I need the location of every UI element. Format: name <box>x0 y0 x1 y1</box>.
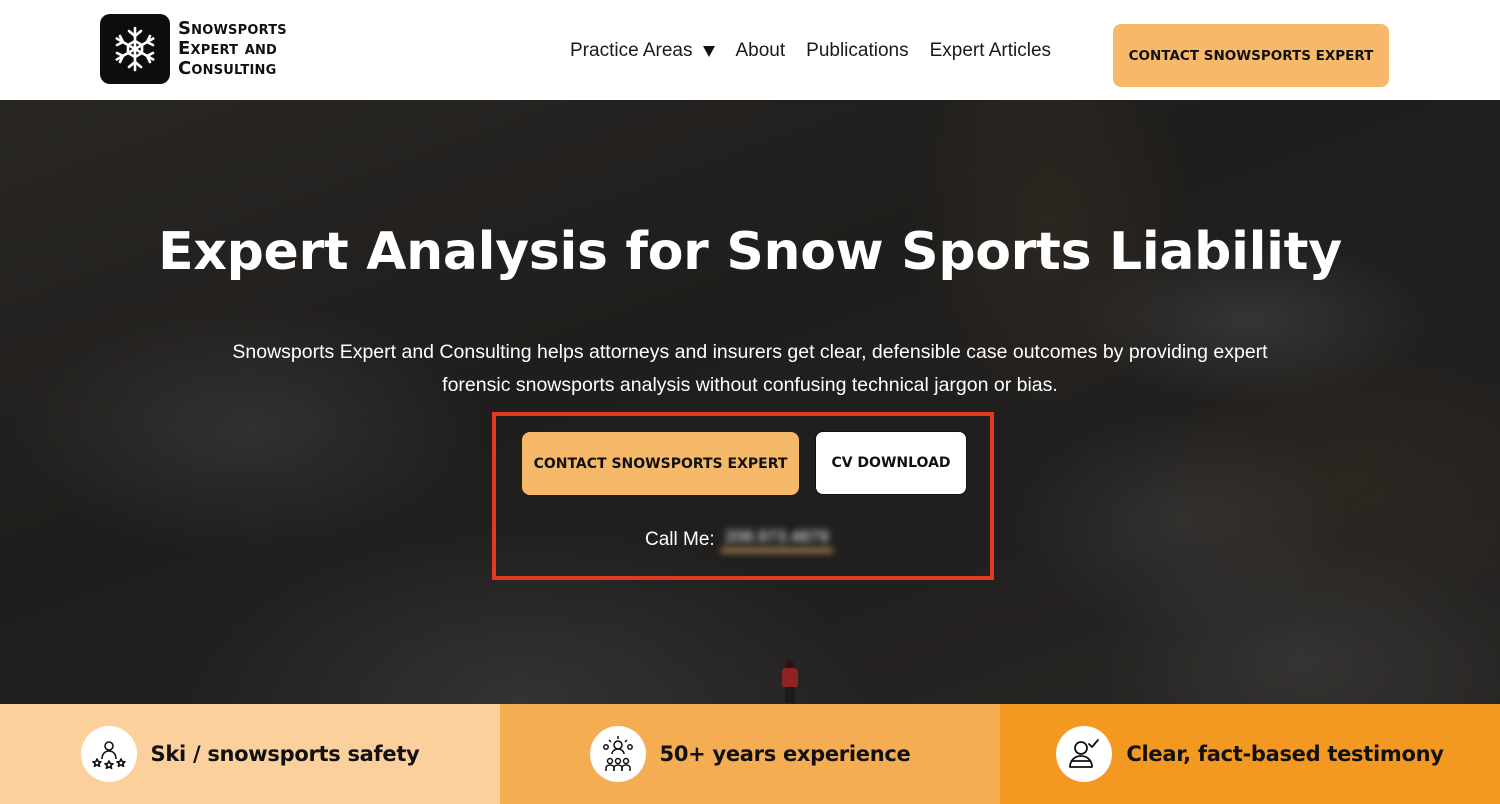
logo-line-3: Consulting <box>178 58 277 79</box>
site-logo[interactable]: Snowsports Expert and Consulting <box>100 14 287 84</box>
header-contact-button[interactable]: CONTACT SNOWSPORTS EXPERT <box>1113 24 1389 87</box>
nav-publications[interactable]: Publications <box>806 40 908 62</box>
cv-download-button[interactable]: CV DOWNLOAD <box>815 431 967 495</box>
hero-section: Expert Analysis for Snow Sports Liabilit… <box>0 100 1500 704</box>
snowflake-icon <box>100 14 170 84</box>
skier-figure <box>778 660 802 704</box>
nav-about[interactable]: About <box>736 40 786 62</box>
hero-subtitle: Snowsports Expert and Consulting helps a… <box>232 341 1268 396</box>
feature-strip: Ski / snowsports safety 50+ years experi… <box>0 704 1500 804</box>
ski-safety-icon <box>80 726 137 782</box>
nav-expert-articles[interactable]: Expert Articles <box>930 40 1051 62</box>
feature-testimony: Clear, fact-based testimony <box>1000 704 1500 804</box>
feature-experience-label: 50+ years experience <box>659 742 911 766</box>
hero-background-image <box>0 100 1500 704</box>
feature-safety-label: Ski / snowsports safety <box>150 742 420 766</box>
testimony-check-icon <box>1056 726 1113 782</box>
call-me-line: Call Me: 208.973.4879 <box>645 527 833 552</box>
caret-down-icon <box>702 45 715 57</box>
phone-link[interactable]: 208.973.4879 <box>720 527 833 552</box>
logo-line-2: Expert and <box>178 38 278 59</box>
site-header: Snowsports Expert and Consulting Practic… <box>0 0 1500 100</box>
feature-testimony-label: Clear, fact-based testimony <box>1126 742 1444 766</box>
logo-wordmark: Snowsports Expert and Consulting <box>178 19 287 79</box>
main-nav: Practice Areas About Publications Expert… <box>570 40 1072 62</box>
nav-practice-areas-label: Practice Areas <box>570 40 693 61</box>
feature-experience: 50+ years experience <box>500 704 1000 804</box>
call-me-label: Call Me: <box>645 528 715 550</box>
team-experience-icon <box>589 726 646 782</box>
nav-practice-areas[interactable]: Practice Areas <box>570 40 715 62</box>
logo-line-1: Snowsports <box>178 18 287 39</box>
hero-title: Expert Analysis for Snow Sports Liabilit… <box>158 222 1342 282</box>
feature-safety: Ski / snowsports safety <box>0 704 500 804</box>
hero-contact-button[interactable]: CONTACT SNOWSPORTS EXPERT <box>522 432 799 495</box>
